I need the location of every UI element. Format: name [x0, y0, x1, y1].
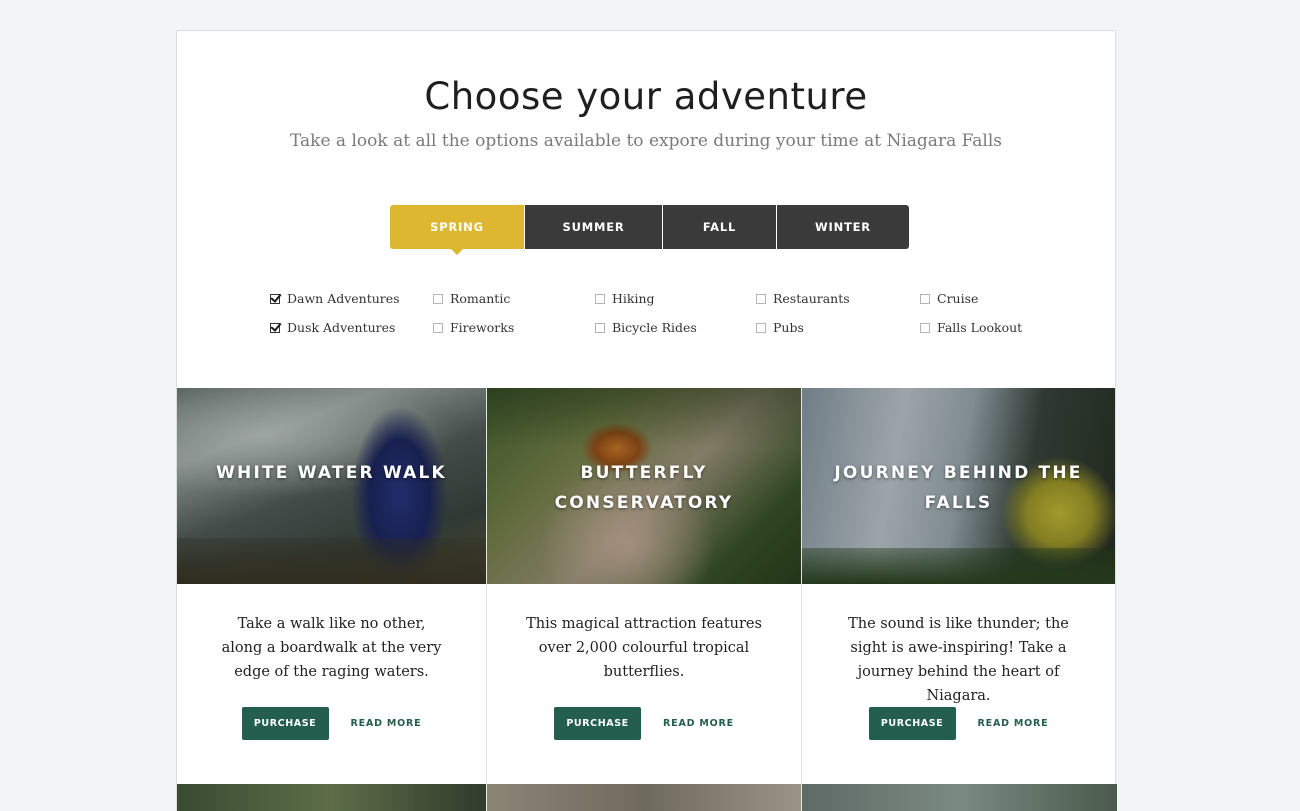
- checkbox-icon[interactable]: [756, 293, 766, 304]
- card-title: WHITE WATER WALK: [216, 463, 447, 483]
- filter-pubs[interactable]: Pubs: [756, 320, 804, 335]
- card-butterfly-conservatory: BUTTERFLY CONSERVATORY This magical attr…: [486, 388, 802, 811]
- tab-spring[interactable]: SPRING: [390, 205, 524, 255]
- card-photo[interactable]: BUTTERFLY CONSERVATORY: [487, 388, 801, 584]
- read-more-link[interactable]: READ MORE: [978, 718, 1049, 729]
- card-photo[interactable]: JOURNEY BEHIND THE FALLS: [802, 388, 1115, 584]
- filter-falls-lookout[interactable]: Falls Lookout: [920, 320, 1022, 335]
- card-journey-behind-falls: JOURNEY BEHIND THE FALLS The sound is li…: [801, 388, 1117, 811]
- checkbox-icon[interactable]: [595, 293, 605, 304]
- filter-hiking[interactable]: Hiking: [595, 291, 655, 306]
- checkbox-icon[interactable]: [920, 322, 930, 333]
- card-title: BUTTERFLY CONSERVATORY: [554, 463, 734, 513]
- next-card-photo: [487, 784, 802, 811]
- checkbox-checked-icon[interactable]: [270, 293, 280, 304]
- filter-checklist: Dawn Adventures Dusk Adventures Romantic…: [270, 291, 1070, 361]
- card-description: The sound is like thunder; the sight is …: [848, 616, 1069, 704]
- next-card-photo: [802, 784, 1117, 811]
- checkbox-icon[interactable]: [433, 293, 443, 304]
- purchase-button[interactable]: PURCHASE: [868, 707, 956, 740]
- filter-bicycle-rides[interactable]: Bicycle Rides: [595, 320, 697, 335]
- filter-restaurants[interactable]: Restaurants: [756, 291, 850, 306]
- filter-label: Restaurants: [773, 291, 850, 306]
- tab-winter[interactable]: WINTER: [777, 205, 909, 249]
- filter-label: Pubs: [773, 320, 804, 335]
- adventure-cards: WHITE WATER WALK Take a walk like no oth…: [176, 388, 1117, 811]
- filter-label: Cruise: [937, 291, 979, 306]
- page-title: Choose your adventure: [424, 75, 868, 118]
- read-more-link[interactable]: READ MORE: [351, 718, 422, 729]
- filter-label: Dusk Adventures: [287, 320, 396, 335]
- filter-label: Bicycle Rides: [612, 320, 697, 335]
- card-description: Take a walk like no other, along a board…: [221, 616, 442, 680]
- checkbox-icon[interactable]: [433, 322, 443, 333]
- card-title: JOURNEY BEHIND THE FALLS: [834, 463, 1083, 513]
- purchase-button[interactable]: PURCHASE: [241, 707, 329, 740]
- filter-romantic[interactable]: Romantic: [433, 291, 510, 306]
- tab-summer[interactable]: SUMMER: [525, 205, 662, 249]
- checkbox-icon[interactable]: [756, 322, 766, 333]
- filter-label: Hiking: [612, 291, 655, 306]
- page-subtitle: Take a look at all the options available…: [290, 131, 1002, 151]
- purchase-button[interactable]: PURCHASE: [554, 707, 642, 740]
- season-tabs: SPRING SUMMER FALL WINTER: [390, 205, 909, 255]
- checkbox-checked-icon[interactable]: [270, 322, 280, 333]
- next-card-photo: [177, 784, 487, 811]
- filter-cruise[interactable]: Cruise: [920, 291, 978, 306]
- card-description: This magical attraction features over 2,…: [526, 616, 762, 680]
- card-photo[interactable]: WHITE WATER WALK: [177, 388, 486, 584]
- filter-label: Romantic: [450, 291, 511, 306]
- read-more-link[interactable]: READ MORE: [663, 718, 734, 729]
- filter-fireworks[interactable]: Fireworks: [433, 320, 514, 335]
- card-white-water-walk: WHITE WATER WALK Take a walk like no oth…: [176, 388, 487, 811]
- tab-fall[interactable]: FALL: [663, 205, 776, 249]
- filter-dawn-adventures[interactable]: Dawn Adventures: [270, 291, 400, 306]
- checkbox-icon[interactable]: [595, 322, 605, 333]
- filter-dusk-adventures[interactable]: Dusk Adventures: [270, 320, 395, 335]
- filter-label: Fireworks: [450, 320, 515, 335]
- checkbox-icon[interactable]: [920, 293, 930, 304]
- filter-label: Dawn Adventures: [287, 291, 400, 306]
- filter-label: Falls Lookout: [937, 320, 1023, 335]
